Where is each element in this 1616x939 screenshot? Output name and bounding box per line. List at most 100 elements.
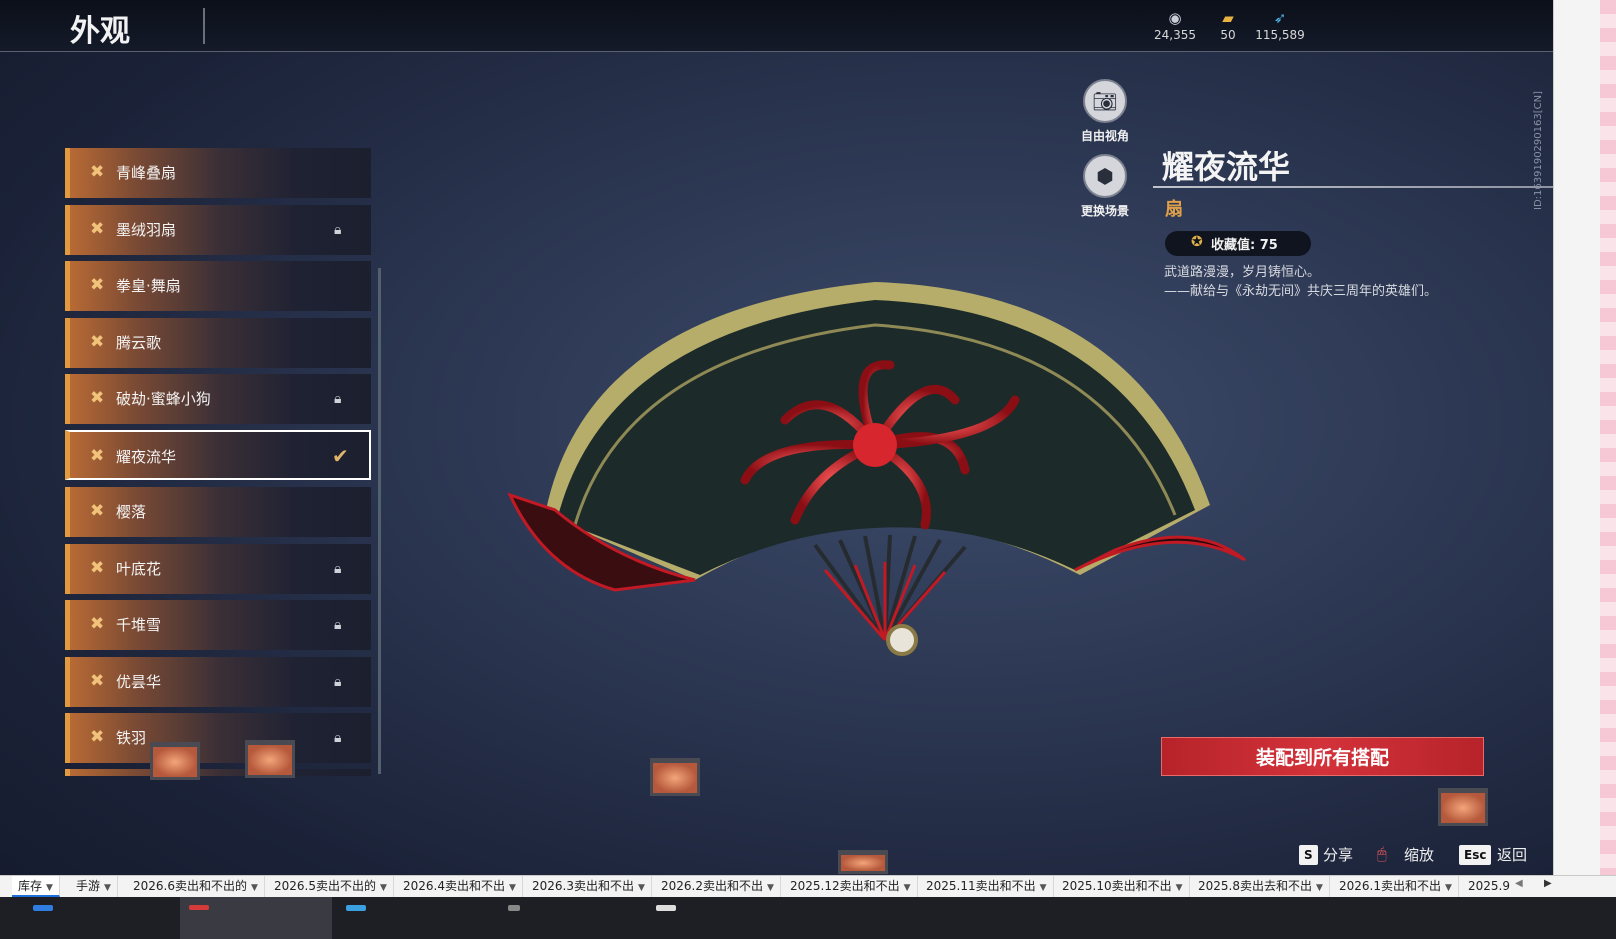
cross-weapon-icon: ✖	[90, 558, 105, 578]
lantern-decoration	[1438, 788, 1488, 826]
sheet-tab[interactable]: 手游 ▼	[70, 876, 118, 897]
currency-ticket: ▰ 50	[1198, 8, 1258, 42]
change-scene-button[interactable]: ⬢	[1083, 154, 1127, 198]
app-icon[interactable]	[508, 905, 520, 911]
mouse-icon: 🖱︎	[1377, 844, 1387, 863]
list-item-label: 破劫·蜜蜂小狗	[116, 390, 211, 408]
chevron-down-icon: ▼	[767, 883, 774, 893]
cross-weapon-icon: ✖	[90, 162, 105, 182]
skin-list[interactable]: ✖ 青峰叠扇 ✖ 墨绒羽扇 🔒︎ ✖ 拳皇·舞扇 ✖ 腾云歌 ✖ 破劫·蜜蜂小狗…	[65, 148, 380, 776]
sheet-tab[interactable]: 2026.6卖出和不出的 ▼	[127, 876, 265, 897]
lock-icon: 🔒︎	[334, 674, 342, 690]
sheet-tab[interactable]: 2026.5卖出不出的 ▼	[268, 876, 394, 897]
taskbar	[0, 897, 1616, 939]
currency-feather: ➶ 115,589	[1250, 8, 1310, 42]
cross-weapon-icon: ✖	[90, 219, 105, 239]
app-icon[interactable]	[656, 905, 676, 911]
top-bar: 外观 ◉ 24,355 ▰ 50 ➶ 115,589	[0, 0, 1600, 52]
cross-weapon-icon: ✖	[90, 275, 105, 295]
sheet-tab[interactable]: 2025.11卖出和不出 ▼	[920, 876, 1054, 897]
list-item-label: 铁羽	[116, 729, 147, 747]
sheet-tab-label: 2026.5卖出不出的	[274, 879, 376, 893]
background-window-column	[1600, 0, 1616, 875]
app-icon[interactable]	[33, 905, 53, 911]
player-id: ID:1639190290163[CN]	[1533, 91, 1544, 210]
sheet-tab[interactable]: 2026.1卖出和不出 ▼	[1333, 876, 1459, 897]
lock-icon: 🔒︎	[334, 617, 342, 633]
cross-weapon-icon: ✖	[90, 671, 105, 691]
sheet-tab-label: 2025.11卖出和不出	[926, 879, 1036, 893]
cross-weapon-icon: ✖	[90, 501, 105, 521]
list-item-label: 樱落	[116, 503, 147, 521]
list-item[interactable]: ✖ 樱落	[65, 487, 371, 537]
active-app-slot[interactable]	[180, 897, 332, 939]
list-item[interactable]: ✖ 优昙华 🔒︎	[65, 657, 371, 707]
camera-icon: 📷︎	[1092, 89, 1118, 113]
sheet-tab-label: 手游	[76, 879, 101, 893]
sheet-tab[interactable]: 2025.8卖出去和不出 ▼	[1192, 876, 1330, 897]
list-item-label: 优昙华	[116, 673, 162, 691]
collection-icon: ✪	[1191, 234, 1203, 250]
chevron-down-icon: ▼	[638, 883, 645, 893]
cross-weapon-icon: ✖	[90, 388, 105, 408]
list-item-label: 叶底花	[116, 560, 162, 578]
list-item-label: 千堆雪	[116, 616, 162, 634]
cross-weapon-icon: ✖	[90, 727, 105, 747]
list-scrollbar[interactable]	[378, 268, 381, 774]
sheet-tab[interactable]: 库存 ▼	[12, 876, 60, 897]
list-item[interactable]: ✖ 千堆雪 🔒︎	[65, 600, 371, 650]
sheet-tab[interactable]: 2026.4卖出和不出 ▼	[397, 876, 523, 897]
equip-all-button[interactable]: 装配到所有搭配	[1161, 737, 1484, 776]
item-name: 耀夜流华	[1162, 148, 1291, 186]
list-item[interactable]: ✖ 青峰叠扇	[65, 148, 371, 198]
item-description-line: 武道路漫漫，岁月铸恒心。	[1164, 265, 1321, 280]
chevron-right-icon[interactable]: ▶	[1544, 878, 1552, 889]
app-icon[interactable]	[346, 905, 366, 911]
list-item[interactable]: ✖ 叶底花 🔒︎	[65, 544, 371, 594]
list-item-label: 墨绒羽扇	[116, 221, 177, 239]
app-icon[interactable]	[189, 905, 209, 910]
lantern-decoration	[838, 850, 888, 874]
collection-value: 收藏值: 75	[1211, 238, 1278, 253]
name-divider	[1153, 186, 1553, 188]
fan-preview[interactable]	[495, 270, 1260, 700]
lock-icon: 🔒︎	[334, 222, 342, 238]
share-label[interactable]: 分享	[1323, 845, 1353, 865]
feather-icon: ➶	[1273, 9, 1287, 27]
sheet-tab-label: 2025.10卖出和不出	[1062, 879, 1172, 893]
title-divider	[203, 8, 205, 44]
list-item-selected[interactable]: ✖ 耀夜流华 ✔	[65, 430, 371, 480]
lantern-decoration	[650, 758, 700, 796]
free-view-button[interactable]: 📷︎	[1083, 79, 1127, 123]
list-item-label: 青峰叠扇	[116, 164, 177, 182]
sheet-tab[interactable]: 2025.12卖出和不出 ▼	[784, 876, 918, 897]
sheet-tab-label: 2025.12卖出和不出	[790, 879, 900, 893]
share-key[interactable]: S	[1299, 845, 1318, 865]
currency-ticket-value: 50	[1220, 28, 1236, 42]
chevron-left-icon[interactable]: ◀	[1515, 878, 1523, 889]
sheet-tab[interactable]: 2026.3卖出和不出 ▼	[526, 876, 652, 897]
list-item[interactable]: ✖ 墨绒羽扇 🔒︎	[65, 205, 371, 255]
list-item[interactable]: ✖ 腾云歌	[65, 318, 371, 368]
currency-silver-value: 24,355	[1154, 28, 1196, 42]
free-view-label: 自由视角	[1080, 129, 1129, 143]
silver-coin-icon: ◉	[1168, 9, 1182, 27]
chevron-down-icon: ▼	[509, 883, 516, 893]
back-key[interactable]: Esc	[1459, 845, 1492, 865]
list-item[interactable]	[65, 769, 371, 776]
sheet-tab[interactable]: 2026.2卖出和不出 ▼	[655, 876, 781, 897]
sheet-tab-label: 2026.3卖出和不出	[532, 879, 634, 893]
cube-icon: ⬢	[1096, 164, 1114, 188]
list-item-label: 拳皇·舞扇	[116, 277, 181, 295]
chevron-down-icon: ▼	[380, 883, 387, 893]
list-item[interactable]: ✖ 拳皇·舞扇	[65, 261, 371, 311]
back-label[interactable]: 返回	[1497, 845, 1527, 865]
lock-icon: 🔒︎	[334, 561, 342, 577]
sheet-tab[interactable]: 2025.10卖出和不出 ▼	[1056, 876, 1190, 897]
list-item[interactable]: ✖ 破劫·蜜蜂小狗 🔒︎	[65, 374, 371, 424]
sheet-tab[interactable]: 2025.9	[1462, 876, 1510, 897]
sheet-tab-label: 2026.4卖出和不出	[403, 879, 505, 893]
sheet-tab-label: 2026.2卖出和不出	[661, 879, 763, 893]
checkmark-icon: ✔	[332, 444, 349, 468]
list-item[interactable]: ✖ 铁羽 🔒︎	[65, 713, 371, 763]
